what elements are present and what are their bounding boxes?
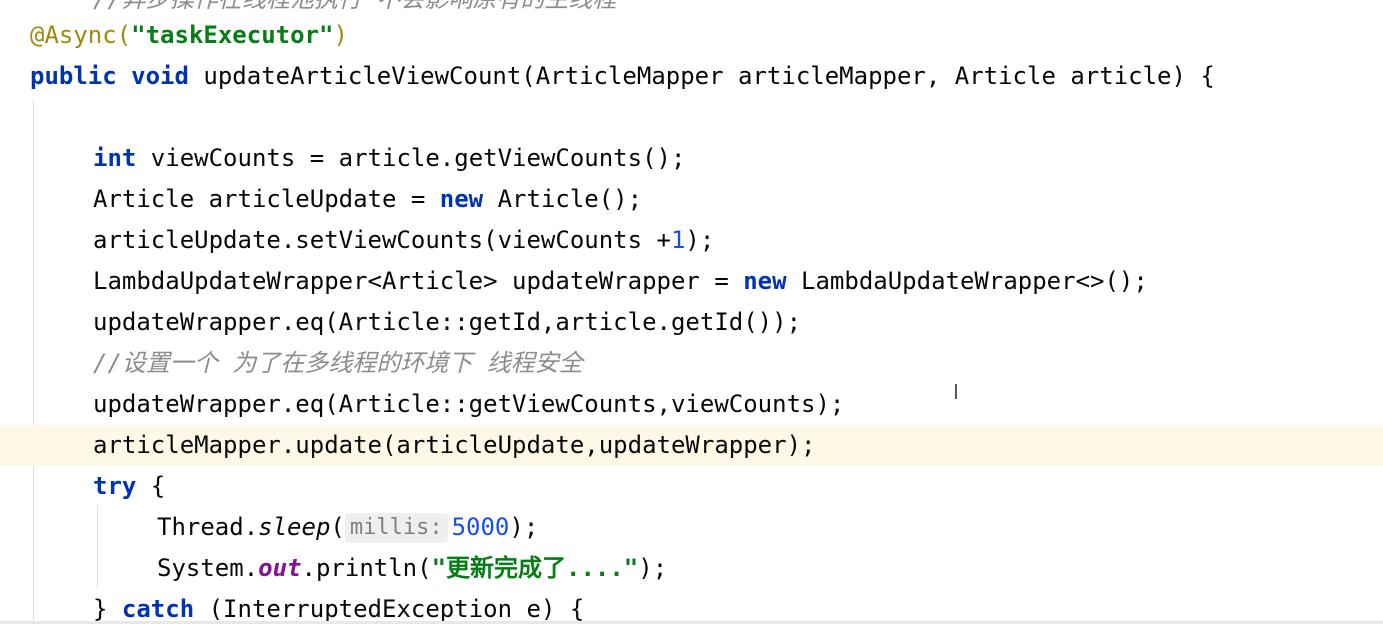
- code-line-catch[interactable]: } catch (InterruptedException e) {: [0, 589, 1383, 624]
- code-line-view-counts[interactable]: int viewCounts = article.getViewCounts()…: [0, 138, 1383, 179]
- code-line-annotation[interactable]: @Async("taskExecutor"): [0, 15, 1383, 56]
- code-token: (InterruptedException e) {: [194, 595, 585, 623]
- code-token: articleUpdate.setViewCounts(viewCounts +: [93, 226, 671, 254]
- code-token: LambdaUpdateWrapper<Article> updateWrapp…: [93, 267, 744, 295]
- code-token: 1: [670, 226, 686, 254]
- code-token: viewCounts = article.getViewCounts();: [136, 144, 686, 172]
- code-line-method-signature[interactable]: public void updateArticleViewCount(Artic…: [0, 56, 1383, 97]
- code-token: System.: [157, 554, 259, 582]
- code-token: Article();: [483, 185, 643, 213]
- code-line-try-open[interactable]: try {: [0, 466, 1383, 507]
- code-line-wrapper-decl[interactable]: LambdaUpdateWrapper<Article> updateWrapp…: [0, 261, 1383, 302]
- code-line-thread-sleep[interactable]: Thread.sleep(millis: 5000);: [0, 507, 1383, 548]
- code-token: updateArticleViewCount(ArticleMapper art…: [188, 62, 1215, 90]
- code-token: new: [439, 185, 484, 213]
- code-token: catch: [121, 595, 195, 623]
- code-editor[interactable]: //异步操作在线程池执行 不会影响原有的主线程 @Async("taskExec…: [0, 0, 1383, 624]
- code-token: int: [93, 144, 137, 172]
- code-line-mapper-update[interactable]: articleMapper.update(articleUpdate,updat…: [0, 425, 1383, 466]
- code-line-new-article[interactable]: Article articleUpdate = new Article();: [0, 179, 1383, 220]
- code-token: LambdaUpdateWrapper<>();: [786, 267, 1148, 295]
- code-token: {: [136, 472, 166, 500]
- code-token: );: [638, 554, 668, 582]
- code-token: .println(: [301, 554, 432, 582]
- code-token: "taskExecutor": [131, 21, 334, 49]
- code-line-set-view-counts[interactable]: articleUpdate.setViewCounts(viewCounts +…: [0, 220, 1383, 261]
- code-token: try: [93, 472, 137, 500]
- code-token: updateWrapper.eq(Article::getViewCounts,…: [93, 390, 845, 418]
- code-token: }: [93, 595, 122, 623]
- code-token: Article articleUpdate =: [93, 185, 440, 213]
- code-token: //设置一个 为了在多线程的环境下 线程安全: [93, 349, 583, 377]
- code-token: "更新完成了....": [431, 554, 639, 582]
- code-token: new: [743, 267, 787, 295]
- parameter-hint: millis:: [344, 513, 448, 543]
- code-token: 5000: [451, 513, 510, 541]
- code-line-blank[interactable]: [0, 97, 1383, 138]
- code-token: updateWrapper.eq(Article::getId,article.…: [93, 308, 802, 336]
- code-token: Thread.: [157, 513, 259, 541]
- code-token: articleMapper.update(articleUpdate,updat…: [93, 431, 816, 459]
- code-token: (: [330, 513, 345, 541]
- code-token: ): [333, 21, 348, 49]
- code-token: //异步操作在线程池执行 不会影响原有的主线程: [93, 0, 616, 13]
- code-token: public: [30, 62, 117, 90]
- text-cursor-icon: I: [953, 380, 959, 404]
- code-line-println[interactable]: System.out.println("更新完成了....");: [0, 548, 1383, 589]
- code-line-comment-safety[interactable]: //设置一个 为了在多线程的环境下 线程安全: [0, 343, 1383, 384]
- code-token: sleep: [258, 513, 331, 541]
- code-line-eq-id[interactable]: updateWrapper.eq(Article::getId,article.…: [0, 302, 1383, 343]
- code-token: @Async(: [30, 21, 132, 49]
- code-token: );: [685, 226, 715, 254]
- code-line-eq-view-counts[interactable]: updateWrapper.eq(Article::getViewCounts,…: [0, 384, 1383, 425]
- code-token: out: [258, 554, 302, 582]
- code-token: void: [131, 62, 189, 90]
- code-token: );: [509, 513, 539, 541]
